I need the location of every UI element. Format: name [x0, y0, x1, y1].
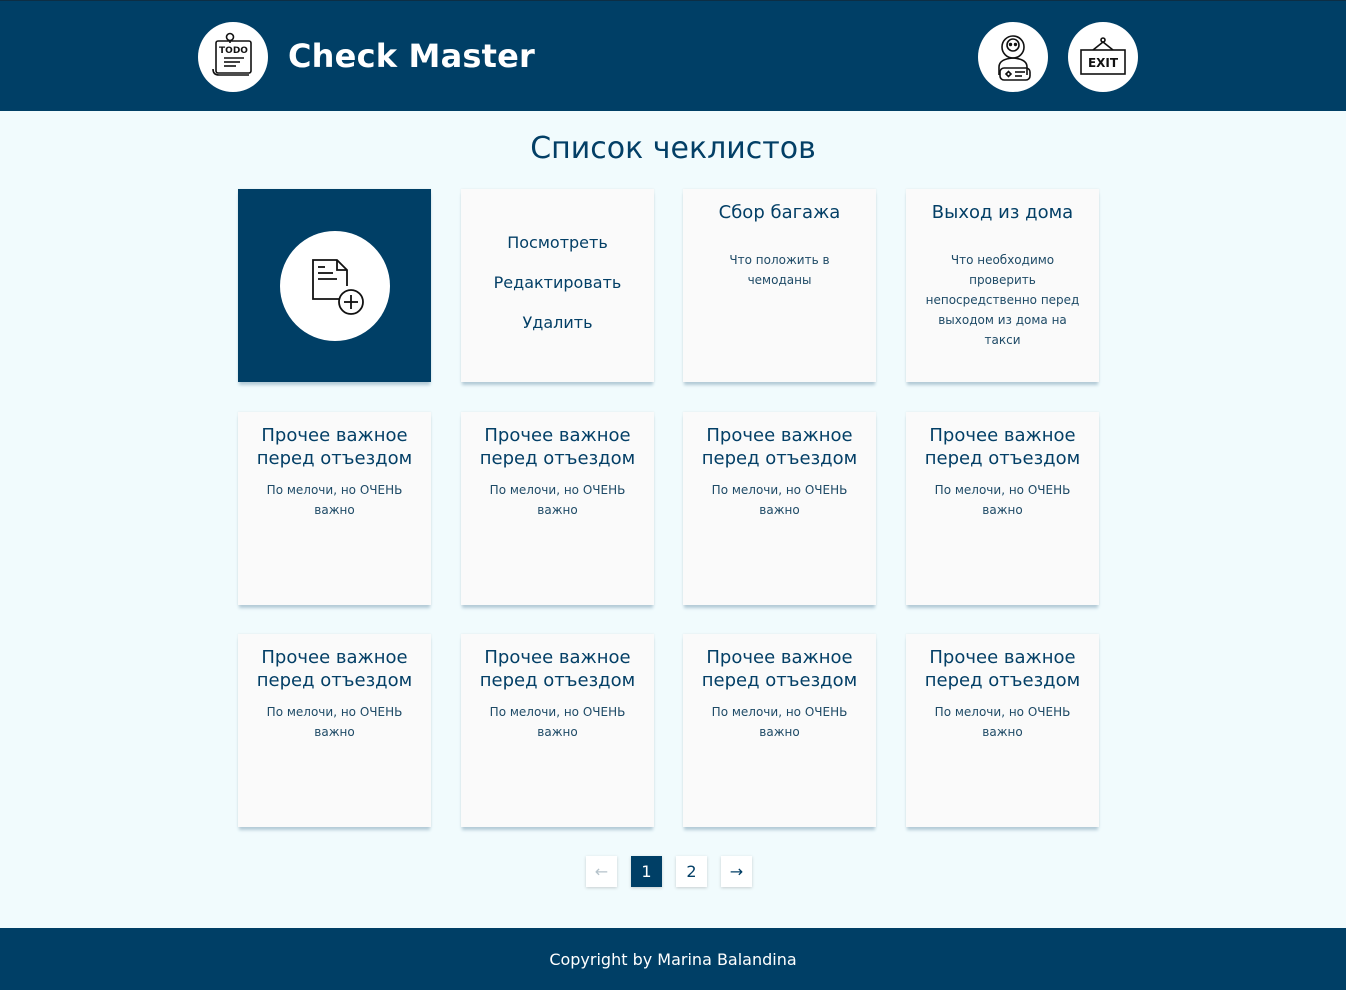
edit-action[interactable]: Редактировать — [494, 273, 622, 293]
exit-text: EXIT — [1088, 56, 1119, 70]
page-1-button[interactable]: 1 — [631, 856, 662, 887]
checklist-description: Что необходимо проверить непосредственно… — [925, 253, 1080, 347]
checklist-description: По мелочи, но ОЧЕНЬ важно — [934, 483, 1071, 517]
checklist-title: Прочее важное перед отъездом — [479, 647, 636, 691]
footer: Copyright by Marina Balandina — [0, 928, 1346, 990]
checklist-title: Сбор багажа — [718, 202, 841, 223]
checklist-description: По мелочи, но ОЧЕНЬ важно — [489, 483, 626, 517]
checklist-actions-card: Посмотреть Редактировать Удалить — [461, 189, 654, 382]
brand-title: Check Master — [288, 37, 536, 75]
copyright-text: Copyright by Marina Balandina — [549, 949, 797, 969]
header: TODO Check Master EXIT — [0, 0, 1346, 111]
checklist-card[interactable]: Прочее важное перед отъездом По мелочи, … — [461, 412, 654, 605]
checklist-title: Прочее важное перед отъездом — [701, 425, 858, 469]
user-profile-icon — [998, 35, 1031, 81]
prev-page-button[interactable]: ← — [586, 856, 617, 887]
checklist-description: По мелочи, но ОЧЕНЬ важно — [934, 705, 1071, 739]
checklist-description: По мелочи, но ОЧЕНЬ важно — [711, 705, 848, 739]
page-2-button[interactable]: 2 — [676, 856, 707, 887]
checklist-title: Прочее важное перед отъездом — [701, 647, 858, 691]
delete-action[interactable]: Удалить — [523, 313, 593, 333]
view-action[interactable]: Посмотреть — [507, 233, 608, 253]
exit-sign-icon: EXIT — [1080, 37, 1126, 75]
todo-list-icon[interactable]: TODO — [198, 22, 268, 92]
checklist-card[interactable]: Прочее важное перед отъездом По мелочи, … — [906, 412, 1099, 605]
page-title: Список чеклистов — [530, 131, 816, 166]
add-checklist-card[interactable] — [238, 189, 431, 382]
profile-button[interactable] — [978, 22, 1048, 92]
checklist-title: Прочее важное перед отъездом — [924, 425, 1081, 469]
checklist-card[interactable]: Прочее важное перед отъездом По мелочи, … — [683, 412, 876, 605]
checklist-description: Что положить в чемоданы — [729, 253, 830, 287]
checklist-card[interactable]: Прочее важное перед отъездом По мелочи, … — [461, 634, 654, 827]
checklist-description: По мелочи, но ОЧЕНЬ важно — [489, 705, 626, 739]
checklist-title: Прочее важное перед отъездом — [479, 425, 636, 469]
checklist-card[interactable]: Прочее важное перед отъездом По мелочи, … — [906, 634, 1099, 827]
checklist-description: По мелочи, но ОЧЕНЬ важно — [266, 483, 403, 517]
checklist-title: Прочее важное перед отъездом — [256, 647, 413, 691]
logo-text: TODO — [219, 46, 248, 56]
checklist-card[interactable]: Прочее важное перед отъездом По мелочи, … — [238, 412, 431, 605]
checklist-description: По мелочи, но ОЧЕНЬ важно — [266, 705, 403, 739]
checklist-card[interactable]: Выход из дома Что необходимо проверить н… — [906, 189, 1099, 382]
add-document-icon — [311, 258, 364, 315]
checklist-card[interactable]: Сбор багажа Что положить в чемоданы — [683, 189, 876, 382]
checklist-description: По мелочи, но ОЧЕНЬ важно — [711, 483, 848, 517]
checklist-title: Прочее важное перед отъездом — [256, 425, 413, 469]
exit-button[interactable]: EXIT — [1068, 22, 1138, 92]
checklist-title: Выход из дома — [931, 202, 1074, 223]
next-page-button[interactable]: → — [721, 856, 752, 887]
checklist-title: Прочее важное перед отъездом — [924, 647, 1081, 691]
add-checklist-button[interactable] — [279, 230, 390, 341]
checklist-card[interactable]: Прочее важное перед отъездом По мелочи, … — [238, 634, 431, 827]
checklist-card[interactable]: Прочее важное перед отъездом По мелочи, … — [683, 634, 876, 827]
